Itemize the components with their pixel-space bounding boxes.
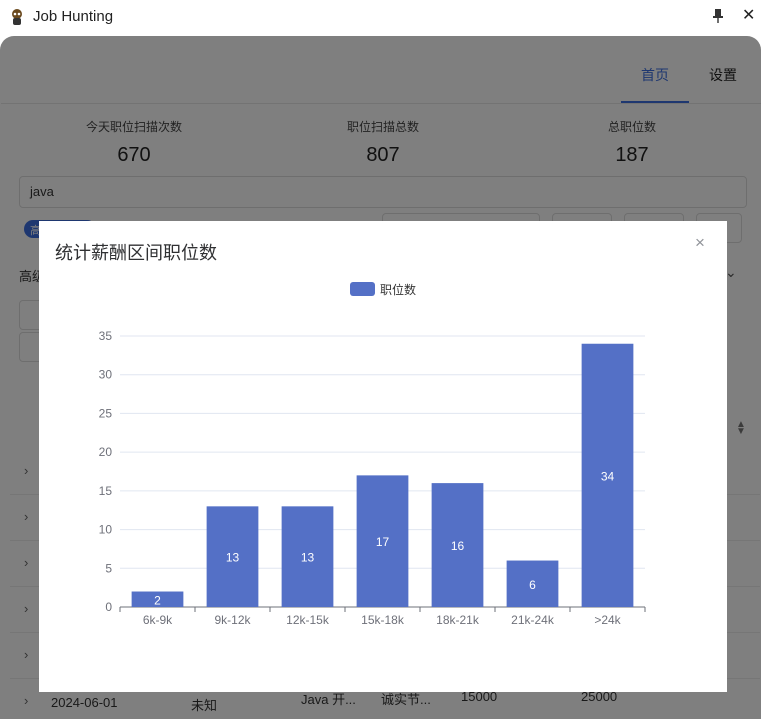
bar-chart: 0 5 10 15 20 25 30 35 2 6k-9k 13 9k-12k 13 12k-15k 17 1… [99, 329, 646, 627]
y-tick-label: 25 [99, 406, 113, 420]
data-label: 2 [154, 593, 161, 607]
x-tick-label: 12k-15k [286, 613, 330, 627]
x-tick-label: 18k-21k [436, 613, 480, 627]
x-tick-label: 15k-18k [361, 613, 405, 627]
chart-dialog: 统计薪酬区间职位数 × 职位数 0 5 10 15 20 25 30 35 2 6k-9k 13 9k… [39, 221, 727, 692]
x-tick-label: 21k-24k [511, 613, 555, 627]
data-label: 13 [226, 551, 240, 565]
y-tick-label: 10 [99, 523, 113, 537]
title-bar: Job Hunting ✕ [0, 0, 761, 36]
y-tick-label: 0 [105, 600, 112, 614]
data-label: 16 [451, 539, 465, 553]
close-window-icon[interactable]: ✕ [742, 7, 755, 25]
y-tick-label: 20 [99, 445, 113, 459]
window-title: Job Hunting [33, 8, 114, 25]
y-tick-label: 30 [99, 368, 113, 382]
data-label: 6 [529, 578, 536, 592]
data-label: 13 [301, 551, 315, 565]
x-tick-label: >24k [594, 613, 621, 627]
x-tick-label: 6k-9k [143, 613, 173, 627]
pin-icon[interactable] [711, 8, 725, 24]
app-logo-icon [12, 9, 22, 25]
y-tick-label: 5 [105, 561, 112, 575]
y-tick-label: 15 [99, 484, 113, 498]
x-tick-label: 9k-12k [214, 613, 251, 627]
data-label: 17 [376, 535, 390, 549]
data-label: 34 [601, 469, 615, 483]
y-tick-label: 35 [99, 329, 113, 343]
